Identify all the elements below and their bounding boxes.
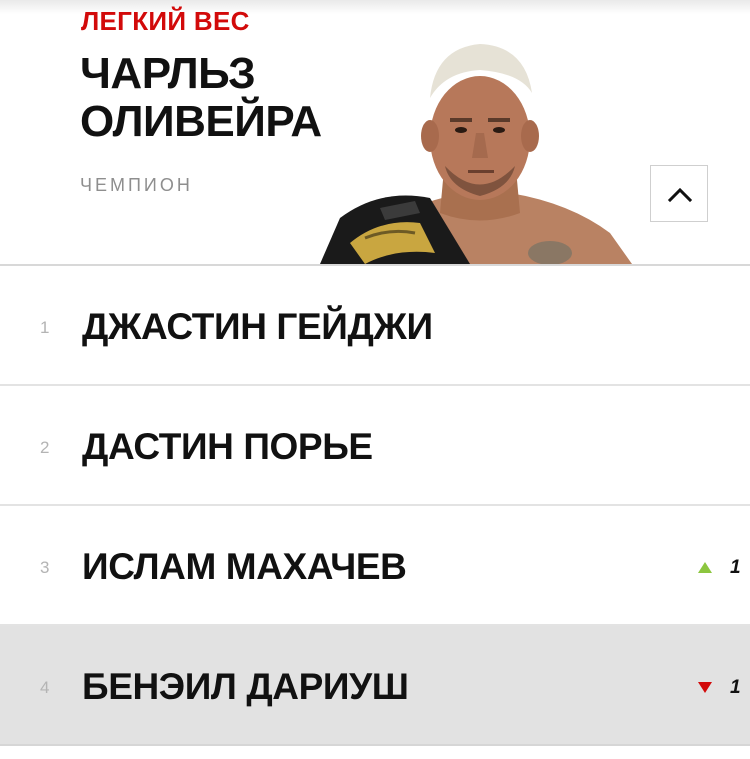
movement-value: 1 [730, 557, 741, 578]
champion-name[interactable]: ЧАРЛЬЗ ОЛИВЕЙРА [80, 50, 322, 146]
rank-number: 2 [40, 438, 50, 457]
champion-label: ЧЕМПИОН [80, 175, 193, 195]
chevron-up-icon [667, 187, 693, 203]
champion-name-line2: ОЛИВЕЙРА [80, 97, 322, 146]
champion-photo [320, 44, 632, 264]
rank-movement-down: 1 [697, 677, 741, 701]
triangle-up-icon [698, 562, 712, 573]
ranking-row[interactable]: 2 ДАСТИН ПОРЬЕ [0, 386, 750, 506]
ranking-row[interactable]: 3 ИСЛАМ МАХАЧЕВ 1 [0, 506, 750, 626]
rank-number: 3 [40, 558, 50, 577]
champion-header: ЛЕГКИЙ ВЕС ЧАРЛЬЗ ОЛИВЕЙРА ЧЕМПИОН [0, 0, 750, 264]
fighter-name[interactable]: ДЖАСТИН ГЕЙДЖИ [82, 306, 433, 348]
ranking-row[interactable]: 1 ДЖАСТИН ГЕЙДЖИ [0, 266, 750, 386]
rankings-list: 1 ДЖАСТИН ГЕЙДЖИ 2 ДАСТИН ПОРЬЕ 3 ИСЛАМ … [0, 266, 750, 746]
rank-number: 4 [40, 678, 50, 697]
collapse-toggle-button[interactable] [650, 165, 708, 222]
ranking-row[interactable]: 4 БЕНЭИЛ ДАРИУШ 1 [0, 626, 750, 746]
movement-value: 1 [730, 677, 741, 698]
rank-number: 1 [40, 318, 50, 337]
triangle-down-icon [698, 682, 712, 693]
fighter-name[interactable]: ИСЛАМ МАХАЧЕВ [82, 546, 407, 588]
fighter-name[interactable]: БЕНЭИЛ ДАРИУШ [82, 666, 409, 708]
champion-name-line1: ЧАРЛЬЗ [80, 49, 256, 98]
division-title: ЛЕГКИЙ ВЕС [81, 6, 250, 36]
rank-movement-up: 1 [697, 557, 741, 581]
fighter-name[interactable]: ДАСТИН ПОРЬЕ [82, 426, 373, 468]
